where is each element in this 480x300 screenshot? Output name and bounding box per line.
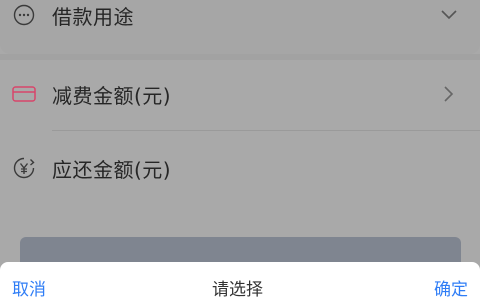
- yen-refresh-icon: [12, 156, 36, 180]
- repay-amount-row: 应还金额(元): [0, 150, 480, 186]
- fee-reduction-label: 减费金额(元): [52, 83, 172, 108]
- picker-cancel-button[interactable]: 取消: [12, 263, 46, 300]
- more-dots-icon: [12, 3, 36, 27]
- picker-title: 请选择: [212, 279, 263, 300]
- fee-reduction-row[interactable]: 减费金额(元): [0, 76, 480, 112]
- repay-amount-label: 应还金额(元): [52, 157, 172, 182]
- chevron-right-icon[interactable]: [440, 85, 458, 103]
- section-gap: [0, 54, 480, 60]
- loan-purpose-row[interactable]: 借款用途: [0, 0, 480, 30]
- loan-purpose-label: 借款用途: [52, 4, 134, 29]
- loan-form-screen: 借款用途 减费金额(元) 应还金额(元) 取消 请选择 确定: [0, 0, 480, 300]
- chevron-down-icon[interactable]: [440, 6, 458, 24]
- picker-confirm-button[interactable]: 确定: [434, 263, 468, 300]
- picker-toolbar: 取消 请选择 确定: [0, 262, 480, 300]
- row-divider: [52, 130, 480, 131]
- coupon-icon: [12, 82, 36, 106]
